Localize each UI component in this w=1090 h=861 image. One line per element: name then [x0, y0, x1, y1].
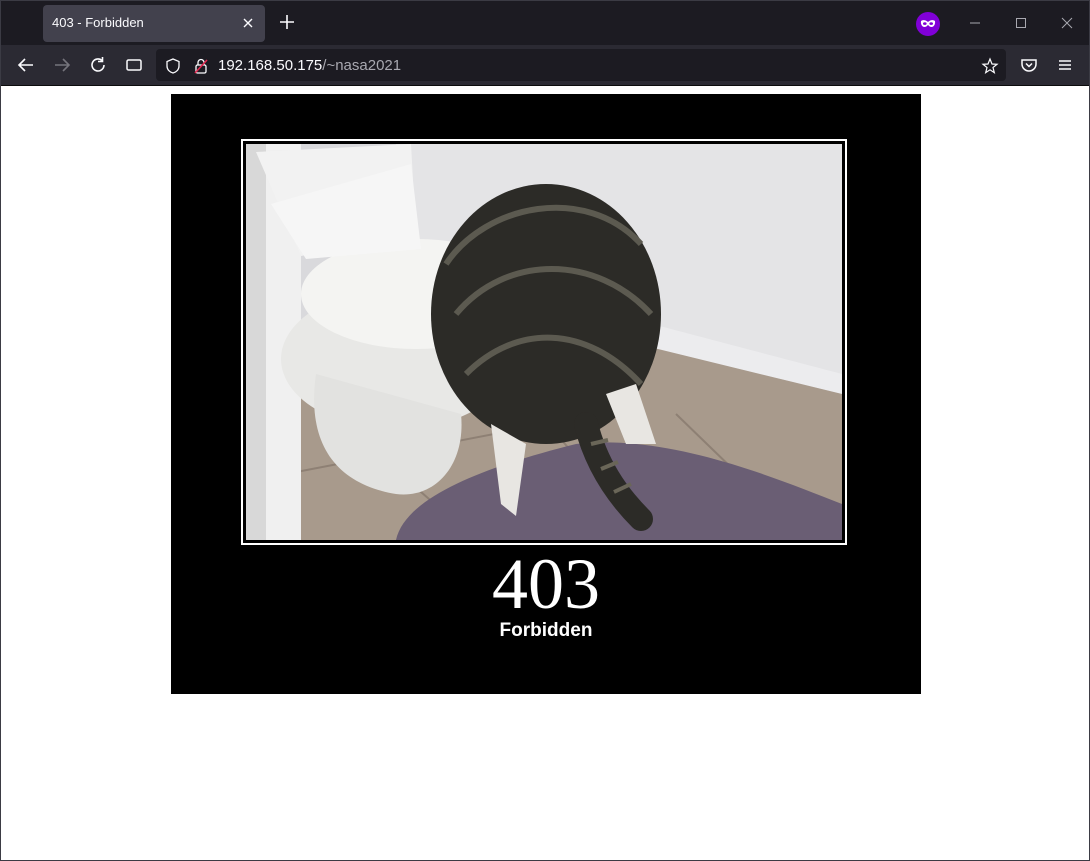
shield-icon[interactable] — [164, 57, 182, 75]
nav-toolbar: 192.168.50.175/~nasa2021 — [1, 45, 1089, 86]
url-text[interactable]: 192.168.50.175/~nasa2021 — [218, 57, 401, 74]
arrow-right-icon[interactable] — [51, 54, 73, 76]
lock-insecure-icon[interactable] — [192, 57, 210, 75]
close-window-icon[interactable] — [1057, 13, 1077, 33]
url-host: 192.168.50.175 — [218, 57, 323, 74]
status-text: Forbidden — [499, 620, 593, 641]
minimize-window-icon[interactable] — [965, 13, 985, 33]
star-icon[interactable] — [981, 57, 999, 75]
cat-in-toilet-photo — [246, 144, 842, 540]
url-path: /~nasa2021 — [322, 57, 402, 74]
error-poster: 403 Forbidden — [171, 94, 921, 694]
photo-frame — [241, 139, 847, 545]
close-tab-icon[interactable] — [239, 14, 257, 32]
tab-active[interactable]: 403 - Forbidden — [43, 5, 265, 42]
browser-window: 403 - Forbidden 192.168.50.175/~nasa2021… — [0, 0, 1090, 861]
arrow-left-icon[interactable] — [15, 54, 37, 76]
maximize-window-icon[interactable] — [1011, 13, 1031, 33]
tab-title: 403 - Forbidden — [52, 15, 144, 30]
status-code: 403 — [492, 544, 600, 624]
pocket-icon[interactable] — [1018, 54, 1040, 76]
private-browsing-icon — [916, 12, 940, 36]
page-viewport: 403 Forbidden — [1, 86, 1089, 860]
hamburger-icon[interactable] — [1054, 54, 1076, 76]
new-tab-icon[interactable] — [277, 12, 297, 32]
address-bar[interactable]: 192.168.50.175/~nasa2021 — [156, 49, 1006, 81]
reader-view-icon[interactable] — [123, 54, 145, 76]
tab-strip: 403 - Forbidden — [1, 1, 1089, 45]
reload-icon[interactable] — [87, 54, 109, 76]
